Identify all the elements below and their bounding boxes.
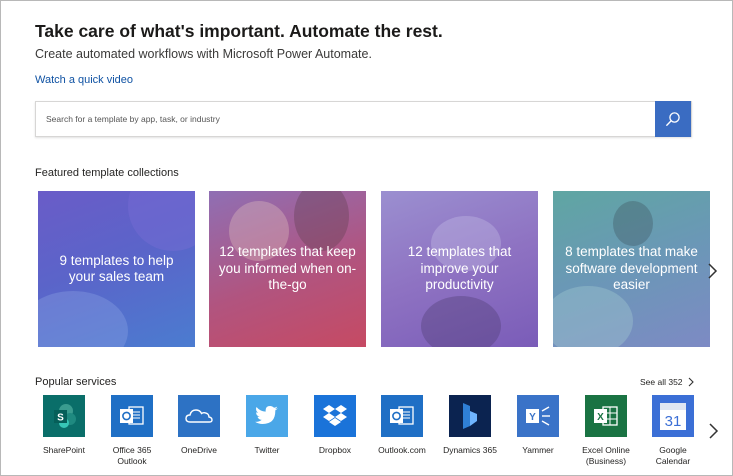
service-google-calendar[interactable]: 31 Google Calendar [641, 395, 705, 467]
service-label: Google Calendar [655, 445, 691, 466]
service-outlook-com[interactable]: Outlook.com [370, 395, 434, 456]
featured-card-label: 9 templates to help your sales team [59, 252, 174, 285]
svg-text:Y: Y [529, 412, 536, 423]
yammer-icon: Y [517, 395, 559, 437]
search-bar [35, 101, 692, 137]
see-all-link[interactable]: See all 352 [640, 377, 694, 387]
service-dynamics365[interactable]: Dynamics 365 [438, 395, 502, 456]
outlook-com-glyph [390, 406, 414, 425]
featured-card-label: 12 templates that keep you informed when… [218, 244, 357, 293]
chevron-right-icon [709, 423, 719, 439]
featured-heading: Featured template collections [35, 167, 179, 179]
page-subtitle: Create automated workflows with Microsof… [35, 47, 372, 61]
watch-video-link[interactable]: Watch a quick video [35, 74, 133, 86]
excel-icon: X [585, 395, 627, 437]
service-yammer[interactable]: Y Yammer [506, 395, 570, 456]
search-input[interactable] [36, 102, 656, 136]
dropbox-glyph [323, 405, 347, 426]
service-dropbox[interactable]: Dropbox [303, 395, 367, 456]
outlook-glyph [120, 406, 144, 425]
dynamics-icon [449, 395, 491, 437]
service-label: OneDrive [181, 445, 217, 455]
dropbox-icon [314, 395, 356, 437]
chevron-right-icon [688, 377, 694, 387]
featured-next-button[interactable] [706, 262, 718, 285]
sharepoint-glyph: S [54, 404, 76, 428]
outlook-com-icon [381, 395, 423, 437]
twitter-glyph [255, 406, 278, 424]
svg-text:X: X [597, 412, 604, 423]
featured-card-productivity[interactable]: 12 templates that improve your productiv… [381, 191, 538, 347]
excel-glyph: X [594, 406, 618, 426]
service-onedrive[interactable]: OneDrive [167, 395, 231, 456]
services-next-button[interactable] [707, 422, 719, 445]
outlook-icon [111, 395, 153, 437]
service-label: Office 365 Outlook [112, 445, 152, 466]
featured-card-label: 8 templates that make software developme… [565, 244, 698, 293]
featured-card-software-dev[interactable]: 8 templates that make software developme… [553, 191, 710, 347]
service-label: Dynamics 365 [443, 445, 497, 455]
service-label: Excel Online (Business) [582, 445, 630, 466]
search-icon [666, 112, 680, 126]
service-twitter[interactable]: Twitter [235, 395, 299, 456]
popular-heading: Popular services [35, 376, 117, 388]
google-calendar-icon: 31 [652, 395, 694, 437]
service-label: Yammer [522, 445, 554, 455]
page-title: Take care of what's important. Automate … [35, 21, 443, 41]
chevron-right-icon [708, 263, 718, 279]
service-office365-outlook[interactable]: Office 365 Outlook [100, 395, 164, 467]
onedrive-glyph [185, 409, 213, 423]
svg-text:S: S [57, 413, 64, 424]
service-label: SharePoint [42, 445, 86, 455]
sharepoint-icon: S [43, 395, 85, 437]
svg-text:31: 31 [665, 413, 682, 430]
featured-card-sales[interactable]: 9 templates to help your sales team [38, 191, 195, 347]
see-all-label: See all 352 [640, 377, 683, 387]
featured-card-label: 12 templates that improve your productiv… [407, 244, 512, 293]
service-label: Outlook.com [378, 445, 426, 455]
featured-card-on-the-go[interactable]: 12 templates that keep you informed when… [209, 191, 366, 347]
twitter-icon [246, 395, 288, 437]
service-excel-online[interactable]: X Excel Online (Business) [574, 395, 638, 467]
onedrive-icon [178, 395, 220, 437]
service-sharepoint[interactable]: S SharePoint [32, 395, 96, 456]
service-label: Twitter [254, 445, 280, 455]
dynamics-glyph [463, 403, 477, 429]
google-calendar-glyph: 31 [660, 403, 686, 430]
yammer-glyph: Y [526, 406, 550, 426]
search-button[interactable] [655, 101, 691, 137]
service-label: Dropbox [318, 445, 352, 455]
